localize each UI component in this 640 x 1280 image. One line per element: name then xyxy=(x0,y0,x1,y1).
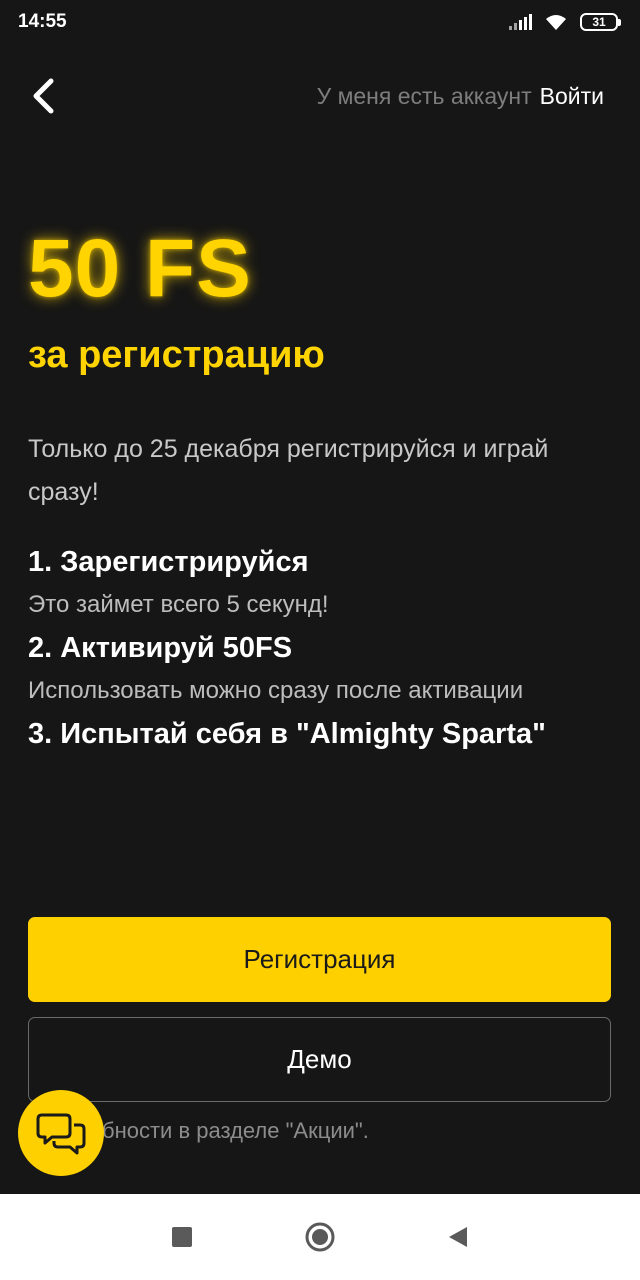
account-prompt: У меня есть аккаунт xyxy=(316,82,532,109)
step-item: 3. Испытай себя в "Almighty Sparta" xyxy=(28,712,608,756)
footer-note: бности в разделе "Акции". xyxy=(28,1118,611,1144)
status-time: 14:55 xyxy=(18,11,67,32)
login-link[interactable]: Войти xyxy=(540,83,604,109)
home-button[interactable] xyxy=(300,1217,340,1257)
step-title: 1. Зарегистрируйся xyxy=(28,546,309,578)
step-title: 2. Активируй 50FS xyxy=(28,632,293,664)
battery-level: 31 xyxy=(592,15,606,29)
square-icon xyxy=(172,1227,192,1247)
step-item: 2. Активируй 50FS Использовать можно сра… xyxy=(28,626,608,712)
register-button[interactable]: Регистрация xyxy=(28,917,611,1002)
recents-button[interactable] xyxy=(162,1217,202,1257)
status-icons: 31 xyxy=(509,13,621,31)
step-item: 1. Зарегистрируйся Это займет всего 5 се… xyxy=(28,540,608,626)
demo-button[interactable]: Демо xyxy=(28,1017,611,1102)
steps-list: 1. Зарегистрируйся Это займет всего 5 се… xyxy=(28,540,608,756)
step-description: Это займет всего 5 секунд! xyxy=(28,591,329,618)
chevron-left-icon xyxy=(33,78,54,114)
top-nav: У меня есть аккаунт Войти xyxy=(0,70,640,122)
hero-subtitle: за регистрацию xyxy=(28,334,325,376)
intro-text: Только до 25 декабря регистрируйся и игр… xyxy=(28,435,549,506)
chat-button[interactable] xyxy=(18,1090,104,1176)
status-bar: 14:55 31 xyxy=(0,0,640,44)
back-button[interactable] xyxy=(24,76,64,116)
back-nav-button[interactable] xyxy=(438,1217,478,1257)
system-nav-bar xyxy=(0,1194,640,1280)
step-description: Использовать можно сразу после активации xyxy=(28,677,524,704)
wifi-icon xyxy=(546,15,566,30)
chat-bubbles-icon xyxy=(36,1113,86,1155)
battery-icon: 31 xyxy=(580,13,621,31)
signal-icon xyxy=(509,14,532,30)
circle-icon xyxy=(305,1222,335,1252)
hero-title: 50 FS xyxy=(28,223,252,314)
footer-note-text: бности в разделе "Акции". xyxy=(102,1118,369,1143)
step-title: 3. Испытай себя в "Almighty Sparta" xyxy=(28,718,546,750)
account-links: У меня есть аккаунт Войти xyxy=(317,83,604,110)
triangle-back-icon xyxy=(449,1227,467,1247)
